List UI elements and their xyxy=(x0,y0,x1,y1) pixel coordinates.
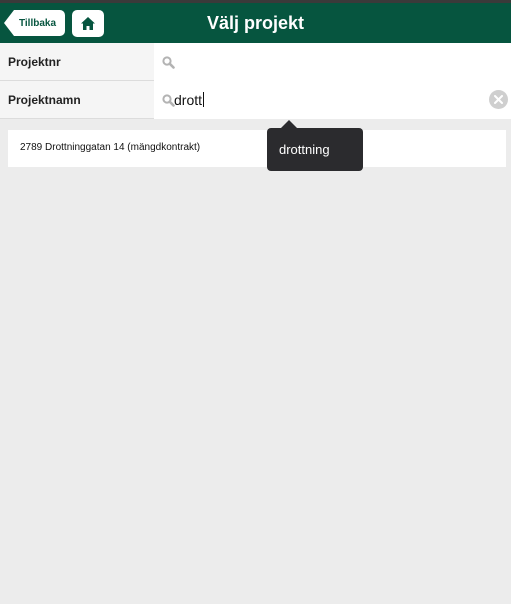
result-label: 2789 Drottninggatan 14 (mängdkontrakt) xyxy=(20,142,201,153)
project-name-label: Projektnamn xyxy=(8,93,81,107)
project-name-row: Projektnamn drott xyxy=(0,81,511,119)
project-number-row: Projektnr xyxy=(0,43,511,81)
project-number-input[interactable] xyxy=(154,43,511,81)
clear-icon xyxy=(494,95,503,104)
header-bar: Välj projekt Tillbaka xyxy=(0,3,511,43)
list-item[interactable]: 2789 Drottninggatan 14 (mängdkontrakt) xyxy=(8,130,506,167)
home-icon xyxy=(81,17,95,30)
autocomplete-suggestion[interactable]: drottning xyxy=(267,128,363,171)
home-button[interactable] xyxy=(72,10,104,37)
search-icon xyxy=(162,56,175,69)
back-button[interactable]: Tillbaka xyxy=(4,10,65,36)
project-name-input[interactable]: drott xyxy=(154,81,511,119)
project-name-value-wrap: drott xyxy=(174,81,205,119)
project-name-value: drott xyxy=(174,92,203,108)
text-caret xyxy=(203,92,205,107)
suggestion-pointer xyxy=(281,120,297,128)
clear-button[interactable] xyxy=(489,90,508,109)
project-number-label: Projektnr xyxy=(8,55,61,69)
